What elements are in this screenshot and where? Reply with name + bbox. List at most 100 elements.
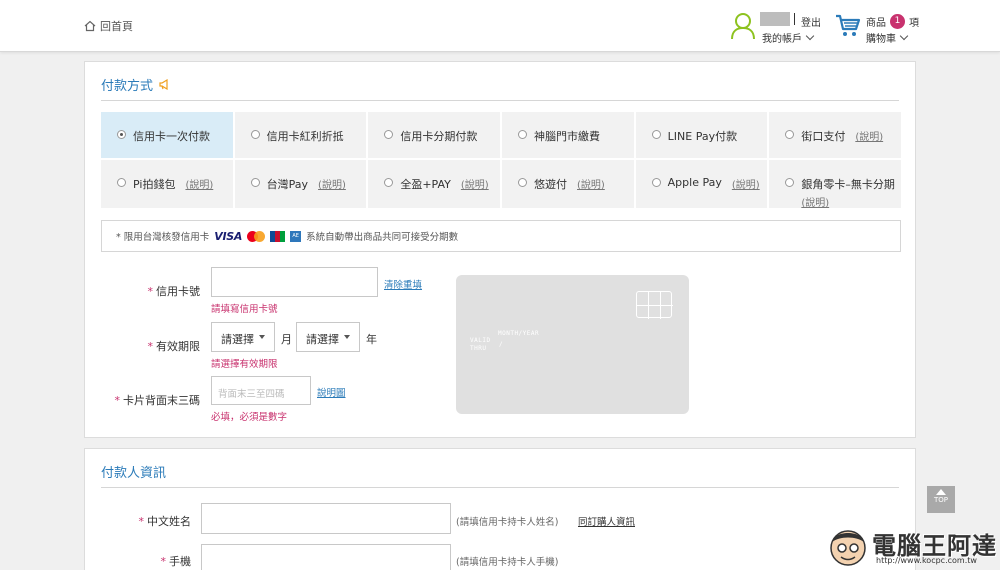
username-redacted bbox=[760, 12, 790, 26]
cart-icon bbox=[836, 14, 861, 36]
cart-unit: 項 bbox=[909, 18, 919, 29]
explain-link[interactable]: (說明) bbox=[577, 176, 605, 191]
month-select-value: 請選擇 bbox=[221, 333, 254, 346]
expiry-label: * 有效期限 bbox=[147, 340, 201, 353]
logout-link[interactable]: 登出 bbox=[801, 14, 821, 29]
option-text-group: 銀角零卡–無卡分期 (說明) bbox=[801, 176, 895, 209]
year-unit: 年 bbox=[366, 333, 377, 346]
payment-option-line-pay[interactable]: LINE Pay付款 bbox=[635, 112, 768, 158]
user-menu[interactable]: 登出 我的帳戶 bbox=[730, 10, 825, 45]
watermark-url: http://www.kocpc.com.tw bbox=[876, 556, 977, 565]
megaphone-icon bbox=[159, 79, 168, 90]
mastercard-icon bbox=[247, 230, 266, 242]
name-hint: (請填信用卡持卡人姓名) bbox=[456, 517, 559, 528]
radio-button[interactable] bbox=[384, 178, 394, 187]
cvv-help-link[interactable]: 說明圖 bbox=[317, 385, 346, 399]
cvv-input[interactable]: 背面末三至四碼 bbox=[211, 376, 311, 405]
payment-option-pi-wallet[interactable]: Pi拍錢包 (說明) bbox=[101, 160, 233, 208]
cart-label-bottom: 購物車 bbox=[866, 34, 896, 45]
payment-option-taiwan-pay[interactable]: 台灣Pay (說明) bbox=[234, 160, 367, 208]
same-as-buyer-link[interactable]: 同訂購人資訊 bbox=[578, 514, 635, 528]
cart-count-row: 商品 1 項 bbox=[866, 14, 919, 29]
explain-link[interactable]: (說明) bbox=[855, 128, 883, 143]
option-label: 街口支付 bbox=[801, 130, 846, 143]
caret-down-icon bbox=[259, 335, 265, 339]
payment-option-jkopay[interactable]: 街口支付 (說明) bbox=[769, 112, 901, 158]
chevron-down-icon bbox=[899, 31, 909, 41]
card-slash: / bbox=[499, 341, 504, 348]
caret-down-icon bbox=[344, 335, 350, 339]
payment-option-cardless-installment[interactable]: 銀角零卡–無卡分期 (說明) bbox=[769, 160, 901, 209]
year-select[interactable]: 請選擇 bbox=[296, 322, 360, 352]
explain-link[interactable]: (說明) bbox=[461, 176, 489, 191]
notice-suffix: 系統自動帶出商品共同可接受分期數 bbox=[306, 232, 459, 243]
payment-title: 付款方式 bbox=[101, 79, 154, 94]
payment-option-credit-once[interactable]: 信用卡一次付款 bbox=[101, 112, 233, 158]
user-icon bbox=[731, 13, 755, 40]
cart-dropdown[interactable]: 購物車 bbox=[866, 30, 909, 45]
name-input[interactable] bbox=[201, 503, 451, 534]
payer-title: 付款人資訊 bbox=[101, 466, 167, 481]
amex-icon: AE bbox=[290, 230, 302, 242]
phone-hint: (請填信用卡持卡人手機) bbox=[456, 557, 559, 568]
radio-button[interactable] bbox=[785, 130, 795, 139]
my-account-dropdown[interactable]: 我的帳戶 bbox=[762, 30, 815, 45]
card-valid-thru: VALID THRU bbox=[470, 337, 491, 352]
payment-section-title: 付款方式 bbox=[101, 75, 170, 94]
credit-card-preview: VALID THRU MONTH/YEAR / bbox=[456, 275, 689, 414]
back-to-top-button[interactable]: TOP bbox=[927, 486, 955, 513]
radio-button[interactable] bbox=[518, 130, 527, 139]
radio-button[interactable] bbox=[250, 130, 260, 139]
payment-option-credit-installment[interactable]: 信用卡分期付款 bbox=[368, 112, 500, 158]
visa-logo: VISA bbox=[214, 229, 243, 243]
divider bbox=[794, 13, 795, 25]
payer-section-title: 付款人資訊 bbox=[101, 462, 166, 481]
card-number-error: 請填寫信用卡號 bbox=[211, 304, 278, 315]
cvv-error: 必填，必須是數字 bbox=[211, 412, 288, 423]
month-unit: 月 bbox=[281, 333, 292, 346]
home-link[interactable]: 回首頁 bbox=[84, 18, 133, 34]
chevron-down-icon bbox=[805, 31, 815, 41]
radio-button[interactable] bbox=[117, 130, 126, 139]
radio-button[interactable] bbox=[651, 130, 661, 139]
cvv-label: * 卡片背面末三碼 bbox=[114, 394, 201, 407]
cvv-placeholder: 背面末三至四碼 bbox=[218, 389, 285, 400]
explain-link[interactable]: (說明) bbox=[318, 176, 346, 191]
top-header: 回首頁 登出 我的帳戶 商品 1 項 購物車 bbox=[0, 0, 1000, 52]
my-account-label: 我的帳戶 bbox=[762, 34, 802, 45]
radio-button[interactable] bbox=[785, 178, 795, 187]
radio-button[interactable] bbox=[384, 130, 394, 139]
option-label: 信用卡一次付款 bbox=[133, 130, 210, 143]
phone-input[interactable] bbox=[201, 544, 451, 570]
cart-menu[interactable]: 商品 1 項 購物車 bbox=[835, 10, 920, 45]
radio-button[interactable] bbox=[651, 178, 661, 187]
option-label: 信用卡分期付款 bbox=[400, 130, 478, 143]
payment-option-credit-bonus[interactable]: 信用卡紅利折抵 bbox=[234, 112, 367, 158]
clear-link[interactable]: 清除重填 bbox=[384, 277, 422, 291]
watermark: 電腦王阿達 http://www.kocpc.com.tw bbox=[826, 524, 1000, 570]
payment-option-store-pay[interactable]: 神腦門市繳費 bbox=[502, 112, 634, 158]
option-label: 銀角零卡–無卡分期 bbox=[801, 178, 895, 191]
payment-option-icash-pay[interactable]: 全盈+PAY (說明) bbox=[368, 160, 500, 208]
option-label: 悠遊付 bbox=[534, 178, 567, 191]
option-label: LINE Pay付款 bbox=[667, 130, 738, 143]
card-number-input[interactable] bbox=[211, 267, 378, 297]
arrow-up-icon bbox=[936, 489, 946, 495]
jcb-icon bbox=[270, 230, 286, 242]
explain-link[interactable]: (說明) bbox=[185, 176, 213, 191]
radio-button[interactable] bbox=[117, 178, 126, 187]
payment-option-apple-pay[interactable]: Apple Pay (說明) bbox=[635, 160, 768, 208]
payment-options-grid: 信用卡一次付款 信用卡紅利折抵 信用卡分期付款 神腦門市繳費 LINE Pay付… bbox=[101, 112, 901, 209]
card-notice: * 限用台灣核發信用卡 VISA AE 系統自動帶出商品共同可接受分期數 bbox=[101, 220, 901, 252]
payment-panel: 付款方式 信用卡一次付款 信用卡紅利折抵 信用卡分期付款 神腦門市繳費 LINE… bbox=[84, 61, 916, 438]
month-select[interactable]: 請選擇 bbox=[211, 322, 275, 352]
radio-button[interactable] bbox=[518, 178, 527, 187]
cart-count-badge: 1 bbox=[890, 14, 905, 29]
section-divider bbox=[101, 487, 899, 488]
top-label: TOP bbox=[933, 496, 948, 504]
payment-option-easy-wallet[interactable]: 悠遊付 (說明) bbox=[502, 160, 634, 208]
explain-link[interactable]: (說明) bbox=[801, 194, 895, 209]
option-label: 神腦門市繳費 bbox=[534, 130, 600, 143]
radio-button[interactable] bbox=[250, 178, 260, 187]
explain-link[interactable]: (說明) bbox=[732, 176, 760, 191]
